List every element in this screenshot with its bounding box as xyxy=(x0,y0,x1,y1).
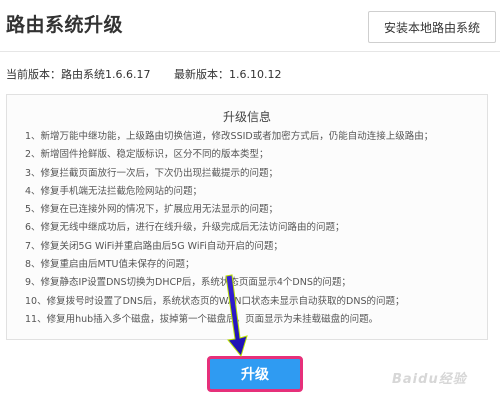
upgrade-button[interactable]: 升级 xyxy=(207,356,303,392)
list-item: 11、修复用hub插入多个磁盘，拔掉第一个磁盘后，页面显示为未挂载磁盘的问题。 xyxy=(25,313,379,325)
list-item: 3、修复拦截页面放行一次后，下次仍出现拦截提示的问题； xyxy=(25,167,279,179)
list-item: 10、修复拨号时设置了DNS后，系统状态页的WAN口状态未显示自动获取的DNS的… xyxy=(25,295,405,307)
list-item: 9、修复静态IP设置DNS切换为DHCP后，系统状态页面显示4个DNS的问题； xyxy=(25,277,351,289)
latest-version: 最新版本：1.6.10.12 xyxy=(174,68,282,81)
page-title: 路由系统升级 xyxy=(6,14,124,36)
upgrade-info-title: 升级信息 xyxy=(222,110,271,124)
current-version: 当前版本：路由系统1.6.6.17 xyxy=(6,68,151,81)
list-item: 4、修复手机端无法拦截危险网站的问题； xyxy=(25,185,203,197)
install-local-system-button[interactable]: 安装本地路由系统 xyxy=(368,11,496,43)
list-item: 5、修复在已连接外网的情况下，扩展应用无法显示的问题； xyxy=(25,204,279,216)
header-divider xyxy=(0,51,500,52)
list-item: 8、修复重启由后MTU值未保存的问题； xyxy=(25,259,195,271)
upgrade-info-panel: 升级信息 1、新增万能中继功能，上级路由切换信道，修改SSID或者加密方式后，仍… xyxy=(6,94,488,340)
list-item: 1、新增万能中继功能，上级路由切换信道，修改SSID或者加密方式后，仍能自动连接… xyxy=(25,131,434,142)
list-item: 7、修复关闭5G WiFi并重启路由后5G WiFi自动开启的问题； xyxy=(25,240,283,252)
list-item: 2、新增固件抢鲜版、稳定版标识，区分不同的版本类型； xyxy=(25,149,269,161)
upgrade-info-list: 1、新增万能中继功能，上级路由切换信道，修改SSID或者加密方式后，仍能自动连接… xyxy=(25,128,485,329)
list-item: 6、修复无线中继成功后，进行在线升级，升级完成后无法访问路由的问题； xyxy=(25,222,345,234)
watermark-logo: Baidu经验 xyxy=(392,372,467,387)
